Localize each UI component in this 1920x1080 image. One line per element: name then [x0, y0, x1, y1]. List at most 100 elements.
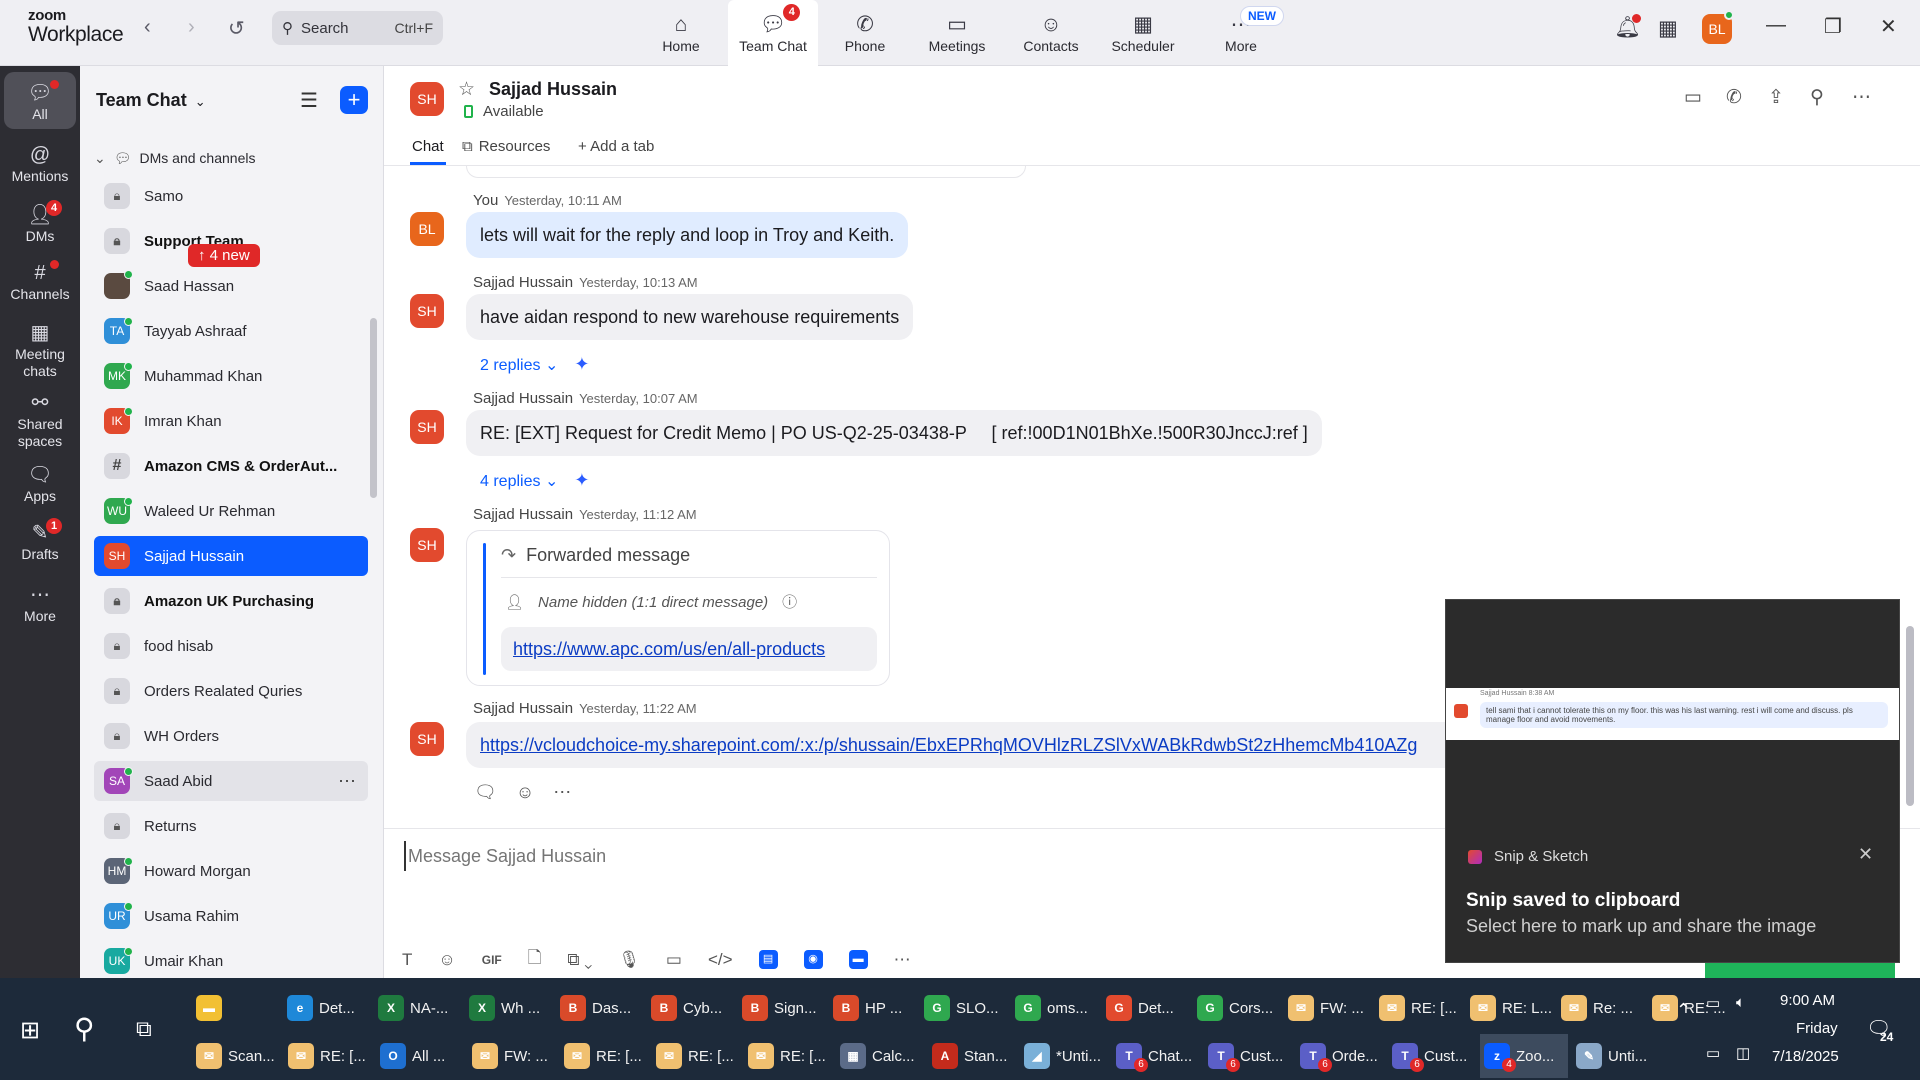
sidebar-item-imran-khan[interactable]: IK Imran Khan — [94, 401, 368, 441]
rail-apps[interactable]: 🗨︎ Apps — [4, 462, 76, 505]
taskbar-app[interactable]: ✉ RE: L... — [1466, 986, 1553, 1030]
video-call-icon[interactable]: ▭ — [1684, 86, 1702, 109]
message-bubble[interactable]: RE: [EXT] Request for Credit Memo | PO U… — [466, 410, 1322, 456]
rail-mentions[interactable]: @ Mentions — [4, 142, 76, 185]
taskbar-app[interactable]: G SLO... — [920, 986, 1007, 1030]
emoji-reaction-icon[interactable]: ☺ — [516, 782, 534, 802]
tab-scheduler[interactable]: ▦ Scheduler — [1098, 0, 1188, 66]
star-icon[interactable]: ☆ — [458, 78, 475, 101]
sidebar-item-orders-realated-quries[interactable]: 🔒︎ Orders Realated Quries — [94, 671, 368, 711]
task-view-icon[interactable]: ⧉ — [136, 1016, 152, 1042]
taskbar-app[interactable]: ▬ — [192, 986, 279, 1030]
section-dms-channels[interactable]: ⌄ 💬︎ DMs and channels — [94, 150, 255, 167]
info-icon[interactable]: ⓘ — [782, 594, 797, 611]
text-format-icon[interactable]: T — [402, 950, 412, 970]
tab-phone[interactable]: ✆ Phone — [820, 0, 910, 66]
display-icon[interactable]: ◫ — [1736, 1044, 1750, 1062]
more-actions-icon[interactable]: ⋯ — [553, 782, 571, 802]
sidebar-scrollbar[interactable] — [370, 318, 377, 498]
sidebar-item-food-hisab[interactable]: 🔒︎ food hisab — [94, 626, 368, 666]
sidebar-item-wh-orders[interactable]: 🔒︎ WH Orders — [94, 716, 368, 756]
forward-arrow-icon[interactable]: › — [188, 16, 195, 39]
chevron-up-icon[interactable]: ⌃ — [1676, 1000, 1691, 1021]
taskbar-app[interactable]: ✉ RE: [... — [1375, 986, 1462, 1030]
snip-notification[interactable]: Sajjad Hussain 8:38 AM tell sami that i … — [1445, 599, 1900, 963]
chat-name[interactable]: Sajjad Hussain — [489, 79, 617, 100]
taskbar-app[interactable]: T 6 Cust... — [1388, 1034, 1476, 1078]
rail-all[interactable]: 💬︎ All — [4, 72, 76, 129]
code-snippet-icon[interactable]: </> — [708, 950, 733, 970]
taskbar-app[interactable]: ✉ RE: [... — [284, 1034, 372, 1078]
file-icon[interactable]: 🗋︎ — [528, 945, 542, 974]
taskbar-app[interactable]: T 6 Orde... — [1296, 1034, 1384, 1078]
rail-meeting-chats[interactable]: ▦ Meeting chats — [4, 320, 76, 380]
more-tools-icon[interactable]: ⋯ — [894, 950, 911, 970]
new-messages-badge[interactable]: ↑ 4 new — [188, 244, 260, 267]
ai-sparkle-icon[interactable]: ✦ — [574, 354, 589, 374]
tab-team-chat[interactable]: 💬︎ 4 Team Chat — [728, 0, 818, 66]
taskbar-app[interactable]: ▦ Calc... — [836, 1034, 924, 1078]
app-one-icon[interactable]: ▤ — [758, 950, 778, 969]
windows-start-icon[interactable]: ⊞ — [20, 1016, 40, 1045]
sharepoint-link[interactable]: https://vcloudchoice-my.sharepoint.com/:… — [466, 722, 1586, 768]
new-chat-button[interactable]: + — [340, 86, 368, 114]
forwarded-link[interactable]: https://www.apc.com/us/en/all-products — [501, 627, 877, 671]
sidebar-item-usama-rahim[interactable]: UR Usama Rahim — [94, 896, 368, 936]
network-icon[interactable]: ▭ — [1706, 1044, 1720, 1062]
replies-link[interactable]: 2 replies ⌄ ✦ — [480, 354, 589, 375]
ai-sparkle-icon[interactable]: ✦ — [574, 470, 589, 490]
taskbar-app[interactable]: T 6 Cust... — [1204, 1034, 1292, 1078]
taskbar-app[interactable]: ✉ RE: [... — [744, 1034, 832, 1078]
sidebar-item-samo[interactable]: 🔒︎ Samo — [94, 176, 368, 216]
sidebar-item-howard-morgan[interactable]: HM Howard Morgan — [94, 851, 368, 891]
taskbar-app[interactable]: ✉ RE: [... — [560, 1034, 648, 1078]
taskbar-app[interactable]: X Wh ... — [465, 986, 552, 1030]
rail-more[interactable]: ⋯ More — [4, 582, 76, 625]
taskbar-app[interactable]: A Stan... — [928, 1034, 1016, 1078]
more-options-icon[interactable]: ⋯ — [1852, 86, 1871, 109]
taskbar-app[interactable]: ✉ RE: [... — [652, 1034, 740, 1078]
taskbar-app[interactable]: ◢ *Unti... — [1020, 1034, 1108, 1078]
sender-avatar[interactable]: SH — [410, 294, 444, 328]
battery-icon[interactable]: ▭ — [1706, 994, 1720, 1012]
message-bubble[interactable]: lets will wait for the reply and loop in… — [466, 212, 909, 258]
message-input[interactable] — [404, 841, 1304, 871]
phone-call-icon[interactable]: ✆ — [1726, 86, 1742, 109]
tab-meetings[interactable]: ▭ Meetings — [912, 0, 1002, 66]
taskbar-app[interactable]: ✎ Unti... — [1572, 1034, 1660, 1078]
message-scrollbar[interactable] — [1906, 626, 1914, 806]
taskbar-app[interactable]: Goms... — [1011, 986, 1098, 1030]
search-box[interactable]: ⚲ Search Ctrl+F — [272, 11, 443, 45]
taskbar-app[interactable]: ✉ Scan... — [192, 1034, 280, 1078]
gif-button[interactable]: GIF — [482, 953, 502, 967]
taskbar-app[interactable]: T 6 Chat... — [1112, 1034, 1200, 1078]
app-two-icon[interactable]: ◉ — [803, 950, 823, 969]
tab-contacts[interactable]: ☺ Contacts — [1006, 0, 1096, 66]
forwarded-message-card[interactable]: ↷ Forwarded message 👤︎ Name hidden (1:1 di… — [466, 530, 890, 686]
clock-time[interactable]: 9:00 AM — [1780, 992, 1835, 1009]
restore-icon[interactable]: ❐ — [1824, 14, 1842, 39]
chat-avatar[interactable]: SH — [410, 82, 444, 116]
minimize-icon[interactable]: — — [1766, 14, 1786, 37]
taskbar-app[interactable]: ✉ RE: ... — [1648, 986, 1735, 1030]
calendar-icon[interactable]: ▦ — [1658, 16, 1678, 41]
taskbar-app[interactable]: X NA-... — [374, 986, 461, 1030]
tab-resources[interactable]: ⧉ Resources — [462, 138, 550, 155]
tab-chat[interactable]: Chat — [412, 138, 444, 155]
replies-link[interactable]: 4 replies ⌄ ✦ — [480, 470, 589, 491]
sidebar-item-returns[interactable]: 🔒︎ Returns — [94, 806, 368, 846]
tab-add[interactable]: + Add a tab — [578, 138, 654, 155]
taskbar-app[interactable]: O All ... — [376, 1034, 464, 1078]
sidebar-item-umair-khan[interactable]: UK Umair Khan — [94, 941, 368, 978]
taskbar-app[interactable]: ✉ Re: ... — [1557, 986, 1644, 1030]
rail-drafts[interactable]: ✎ 1 Drafts — [4, 518, 76, 563]
sidebar-item-amazon-cms-orderaut[interactable]: # Amazon CMS & OrderAut... — [94, 446, 368, 486]
close-icon[interactable]: ✕ — [1858, 844, 1873, 865]
share-screen-icon[interactable]: ⇪ — [1768, 86, 1784, 109]
sidebar-item-sajjad-hussain[interactable]: SH Sajjad Hussain — [94, 536, 368, 576]
reply-icon[interactable]: 🗨︎ — [474, 782, 497, 802]
back-arrow-icon[interactable]: ‹ — [144, 16, 151, 39]
sidebar-title[interactable]: Team Chat ⌄ — [96, 90, 206, 111]
emoji-icon[interactable]: ☺ — [438, 950, 455, 970]
taskbar-app[interactable]: G Det... — [1102, 986, 1189, 1030]
